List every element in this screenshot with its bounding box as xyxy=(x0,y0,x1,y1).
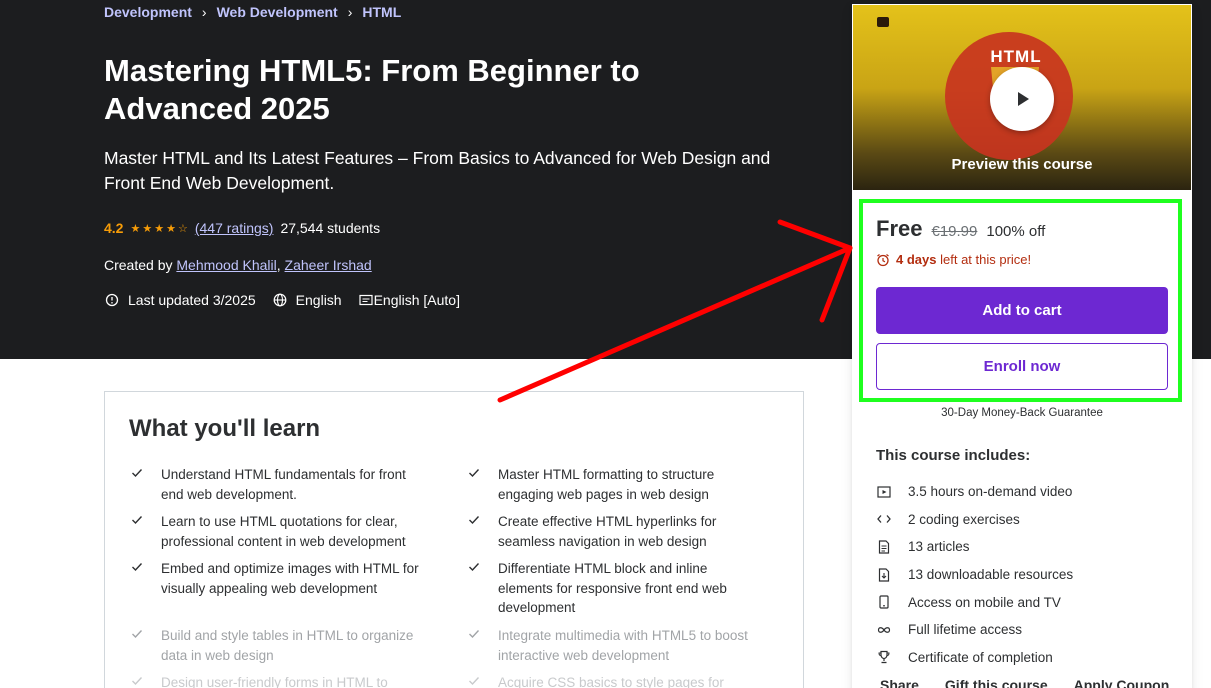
check-icon xyxy=(129,559,145,598)
list-item: Access on mobile and TV xyxy=(876,588,1073,616)
students-count: 27,544 students xyxy=(280,220,381,236)
list-item: Acquire CSS basics to style pages for xyxy=(466,673,766,688)
mobile-icon xyxy=(876,594,892,610)
share-link[interactable]: Share xyxy=(880,677,919,688)
check-icon xyxy=(466,559,482,618)
rating-value: 4.2 xyxy=(104,220,124,236)
list-item: Build and style tables in HTML to organi… xyxy=(129,626,429,665)
last-updated-text: Last updated 3/2025 xyxy=(128,292,256,308)
language-text: English xyxy=(295,292,342,308)
download-icon xyxy=(876,567,892,583)
apply-coupon-link[interactable]: Apply Coupon xyxy=(1074,677,1170,688)
countdown-text: left at this price! xyxy=(940,252,1032,267)
chevron-right-icon: › xyxy=(201,4,207,20)
code-icon xyxy=(876,511,892,527)
graduation-cap-icon xyxy=(877,17,889,27)
course-subtitle: Master HTML and Its Latest Features – Fr… xyxy=(104,148,771,193)
captions: English [Auto] xyxy=(358,292,460,308)
preview-logo-text: HTML xyxy=(990,47,1042,66)
star-icon: ★ xyxy=(154,222,165,235)
star-icon: ★ xyxy=(142,222,153,235)
check-icon xyxy=(466,512,482,551)
original-price: €19.99 xyxy=(931,223,978,240)
list-item: Learn to use HTML quotations for clear, … xyxy=(129,512,429,551)
breadcrumb-web-development[interactable]: Web Development xyxy=(217,4,338,20)
enroll-now-button[interactable]: Enroll now xyxy=(876,343,1168,390)
list-item: Design user-friendly forms in HTML to xyxy=(129,673,429,688)
list-item: Create effective HTML hyperlinks for sea… xyxy=(466,512,766,551)
money-back-guarantee: 30-Day Money-Back Guarantee xyxy=(941,407,1103,419)
add-to-cart-button[interactable]: Add to cart xyxy=(876,287,1168,334)
captions-text: English [Auto] xyxy=(373,292,460,308)
captions-icon xyxy=(358,292,374,308)
list-item: 13 articles xyxy=(876,533,1073,561)
check-icon xyxy=(466,626,482,665)
list-item: Full lifetime access xyxy=(876,616,1073,644)
list-item: Integrate multimedia with HTML5 to boost… xyxy=(466,626,766,665)
price-row: Free €19.99 100% off xyxy=(876,216,1045,242)
preview-label: Preview this course xyxy=(951,156,1093,173)
list-item: 13 downloadable resources xyxy=(876,561,1073,589)
list-item: 2 coding exercises xyxy=(876,506,1073,534)
list-item: Master HTML formatting to structure enga… xyxy=(466,465,766,504)
rating-row: 4.2 ★ ★ ★ ★ ☆ (447 ratings) 27,544 stude… xyxy=(104,220,380,236)
trophy-icon xyxy=(876,649,892,665)
article-icon xyxy=(876,539,892,555)
play-icon xyxy=(1018,92,1029,106)
ratings-count-link[interactable]: (447 ratings) xyxy=(195,220,274,236)
chevron-right-icon: › xyxy=(347,4,353,20)
alarm-clock-icon xyxy=(877,253,889,266)
includes-title: This course includes: xyxy=(876,447,1031,464)
gift-course-link[interactable]: Gift this course xyxy=(945,677,1048,688)
check-icon xyxy=(129,626,145,665)
includes-list: 3.5 hours on-demand video 2 coding exerc… xyxy=(876,478,1073,671)
current-price: Free xyxy=(876,216,923,241)
breadcrumb: Development › Web Development › HTML xyxy=(104,4,401,20)
breadcrumb-html[interactable]: HTML xyxy=(362,4,401,20)
check-icon xyxy=(129,673,145,688)
video-icon xyxy=(876,484,892,500)
course-meta: Last updated 3/2025 English English [Aut… xyxy=(104,292,476,308)
author-link-1[interactable]: Mehmood Khalil xyxy=(176,257,276,273)
author-link-2[interactable]: Zaheer Irshad xyxy=(285,257,372,273)
learn-title: What you'll learn xyxy=(129,415,321,442)
infinity-icon xyxy=(876,622,892,638)
price-countdown: 4 days left at this price! xyxy=(876,252,1031,267)
check-icon xyxy=(466,465,482,504)
course-preview[interactable]: HTML Preview this course xyxy=(853,5,1191,190)
play-button[interactable] xyxy=(990,67,1054,131)
check-icon xyxy=(129,512,145,551)
list-item: Embed and optimize images with HTML for … xyxy=(129,559,429,598)
alert-badge-icon xyxy=(104,292,120,308)
globe-icon xyxy=(272,292,288,308)
discount-percent: 100% off xyxy=(986,223,1046,240)
what-youll-learn: What you'll learn Understand HTML fundam… xyxy=(104,391,804,688)
last-updated: Last updated 3/2025 xyxy=(104,292,256,308)
card-footer-links: Share Gift this course Apply Coupon xyxy=(880,677,1169,688)
star-rating: ★ ★ ★ ★ ☆ xyxy=(130,222,187,235)
language: English xyxy=(272,292,342,308)
list-item: Certificate of completion xyxy=(876,644,1073,672)
course-title: Mastering HTML5: From Beginner to Advanc… xyxy=(104,53,640,126)
list-item: 3.5 hours on-demand video xyxy=(876,478,1073,506)
list-item: Differentiate HTML block and inline elem… xyxy=(466,559,756,618)
star-icon: ★ xyxy=(130,222,141,235)
created-by-label: Created by xyxy=(104,257,173,273)
breadcrumb-development[interactable]: Development xyxy=(104,4,192,20)
countdown-days: 4 days xyxy=(896,252,937,267)
created-by: Created by Mehmood Khalil, Zaheer Irshad xyxy=(104,257,372,273)
check-icon xyxy=(129,465,145,504)
star-icon: ★ xyxy=(166,222,176,235)
list-item: Understand HTML fundamentals for front e… xyxy=(129,465,419,504)
check-icon xyxy=(466,673,482,688)
star-empty-icon: ☆ xyxy=(177,222,188,235)
